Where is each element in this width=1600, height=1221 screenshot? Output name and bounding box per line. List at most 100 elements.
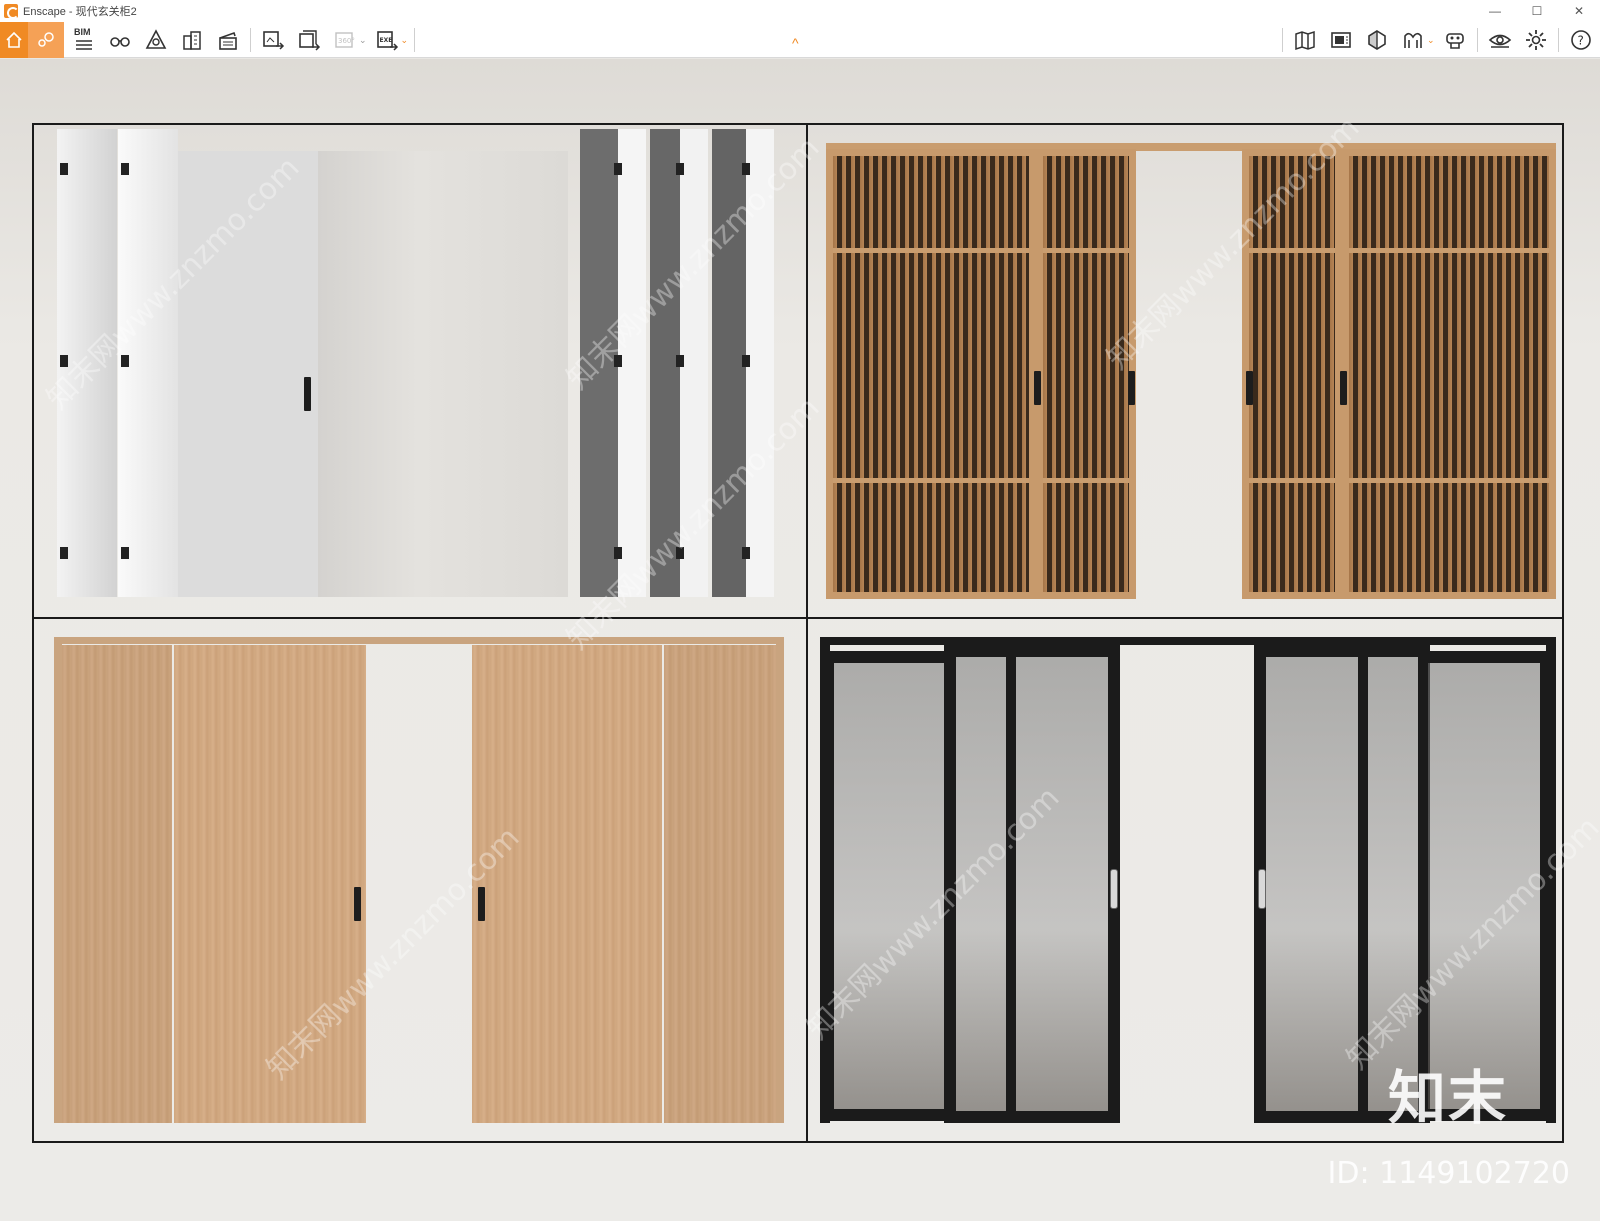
hinge	[676, 355, 684, 367]
atlas-button[interactable]	[1325, 24, 1357, 56]
help-icon: ?	[1570, 30, 1591, 50]
toolbar-right-group: ⌄ ?	[1278, 22, 1599, 58]
hinge	[676, 163, 684, 175]
hinge	[742, 547, 750, 559]
bim-button[interactable]: BIM	[68, 24, 100, 56]
vr-headset-button[interactable]	[1397, 24, 1429, 56]
window-title: Enscape - 现代玄关柜2	[23, 6, 137, 18]
settings-button[interactable]	[1520, 24, 1552, 56]
building-button[interactable]	[176, 24, 208, 56]
slat-door	[826, 149, 1036, 599]
hinge	[60, 547, 68, 559]
panorama-360-button[interactable]: 360°	[329, 24, 361, 56]
help-button[interactable]: ?	[1565, 24, 1597, 56]
door-side-frame	[776, 637, 784, 1123]
slat-rail	[833, 478, 1029, 483]
maximize-button[interactable]: ☐	[1516, 0, 1558, 22]
settings-icon	[1525, 30, 1546, 50]
export-exe-icon: EXE	[376, 31, 398, 51]
door-handle	[1340, 371, 1347, 405]
toolbar: BIM 360° ⌄ EXE ⌄ ^ ⌄ ?	[0, 22, 1600, 58]
visual-settings-button[interactable]	[1361, 24, 1393, 56]
door-pull-handle	[1110, 869, 1118, 909]
collapse-toolbar-arrow[interactable]: ^	[792, 36, 799, 50]
door-handle	[304, 377, 311, 411]
door-handle	[1246, 371, 1253, 405]
folding-panel	[618, 129, 646, 597]
svg-text:EXE: EXE	[379, 37, 392, 44]
title-bar: Enscape - 现代玄关柜2 — ☐ ✕	[0, 0, 1600, 22]
batch-render-icon	[299, 30, 321, 51]
slat-door	[1036, 149, 1136, 599]
map-icon	[1295, 30, 1315, 51]
watermark-logo: 知末	[1387, 1064, 1508, 1132]
glass-door-mullion	[1006, 657, 1016, 1111]
batch-render-button[interactable]	[293, 24, 325, 56]
scene-divider-horizontal	[32, 617, 1564, 619]
hinge	[614, 163, 622, 175]
svg-text:?: ?	[1577, 34, 1583, 48]
door-handle	[354, 887, 361, 921]
scene-divider-vertical	[806, 123, 808, 1143]
toolbar-separator	[1476, 28, 1478, 52]
door-handle	[1034, 371, 1041, 405]
door-opening	[318, 151, 568, 597]
render-viewport[interactable]: 知末网www.znzmo.com 知末网www.znzmo.com 知末网www…	[0, 59, 1600, 1221]
window-controls: — ☐ ✕	[1474, 0, 1600, 22]
slat-rail	[1043, 248, 1129, 253]
hinge	[742, 355, 750, 367]
video-editor-icon	[219, 31, 237, 50]
video-editor-button[interactable]	[212, 24, 244, 56]
hinge	[121, 547, 129, 559]
light-view-button[interactable]	[140, 24, 172, 56]
slat-rail	[833, 248, 1029, 253]
hinge	[60, 163, 68, 175]
wood-door-panel	[62, 645, 172, 1123]
hinge	[614, 547, 622, 559]
door-header-frame	[820, 637, 1556, 645]
door-handle	[1128, 371, 1135, 405]
toolbar-separator	[250, 28, 251, 52]
visual-settings-icon	[1368, 30, 1386, 50]
atlas-icon	[1331, 32, 1351, 48]
wood-door-panel	[664, 645, 776, 1123]
door-side-frame	[54, 637, 62, 1123]
panorama-360-icon: 360°	[335, 32, 355, 48]
render-screenshot-icon	[263, 31, 285, 50]
toolbar-left-group: BIM 360° ⌄ EXE ⌄	[66, 22, 419, 58]
hinge	[121, 163, 129, 175]
slat-rail	[1249, 248, 1335, 253]
door-pull-handle	[1258, 869, 1266, 909]
asset-library-button[interactable]	[1439, 24, 1471, 56]
toolbar-separator	[1557, 28, 1559, 52]
door-header-frame	[54, 637, 784, 644]
wood-door-panel	[472, 645, 662, 1123]
slat-door	[1342, 149, 1556, 599]
close-button[interactable]: ✕	[1558, 0, 1600, 22]
navigation-icon	[38, 32, 54, 47]
enscape-logo-icon	[4, 4, 19, 19]
render-screenshot-button[interactable]	[257, 24, 289, 56]
view-icon	[1488, 34, 1511, 48]
slat-rail	[1043, 478, 1129, 483]
vr-headset-icon	[1404, 32, 1422, 48]
toolbar-separator	[414, 28, 416, 52]
minimize-button[interactable]: —	[1474, 0, 1516, 22]
slat-rail	[1349, 478, 1549, 483]
export-exe-button[interactable]: EXE	[371, 24, 403, 56]
slat-rail	[1349, 248, 1549, 253]
svg-text:360°: 360°	[338, 37, 355, 45]
light-view-icon	[145, 29, 167, 49]
map-button[interactable]	[1289, 24, 1321, 56]
bim-label: BIM	[74, 27, 91, 37]
binoculars-icon	[110, 37, 130, 47]
watermark-id: ID: 1149102720	[1327, 1156, 1570, 1191]
navigation-button[interactable]	[28, 22, 64, 58]
home-icon	[6, 31, 22, 48]
slat-rail	[1249, 478, 1335, 483]
home-button[interactable]	[0, 22, 28, 58]
building-icon	[183, 31, 201, 50]
asset-library-icon	[1445, 33, 1464, 49]
view-button[interactable]	[1484, 24, 1516, 56]
binoculars-button[interactable]	[104, 24, 136, 56]
